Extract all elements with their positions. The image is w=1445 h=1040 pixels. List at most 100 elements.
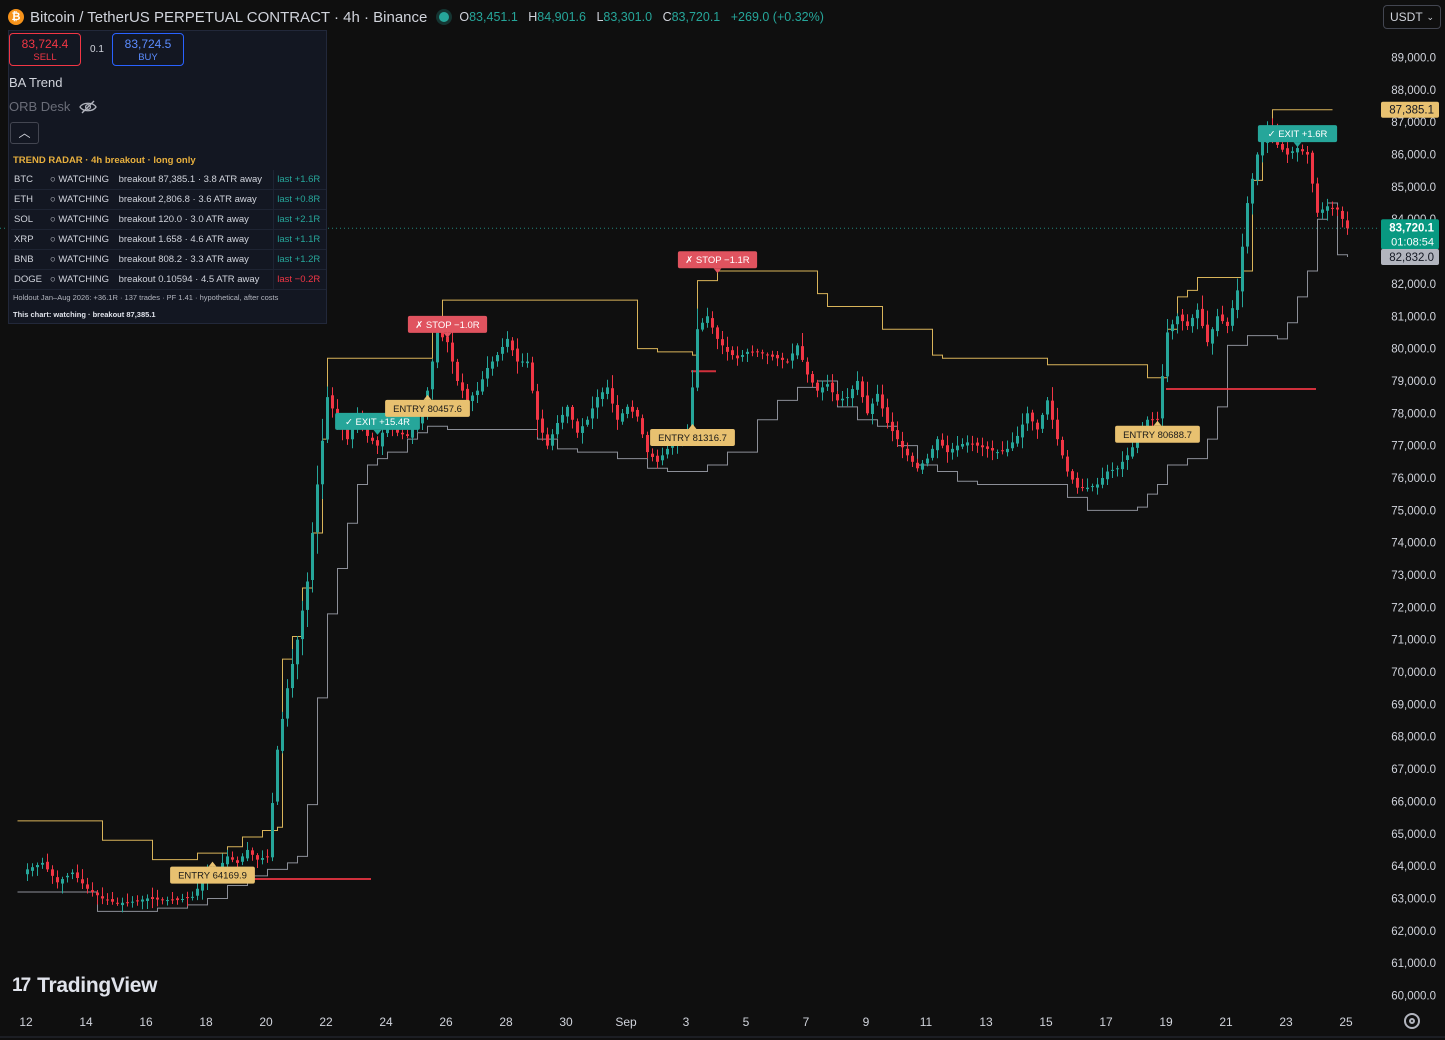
candle-body bbox=[1056, 419, 1059, 440]
this-chart-note: This chart: watching · breakout 87,385.1 bbox=[13, 310, 156, 319]
indicator-orb-desk[interactable]: ORB Desk bbox=[9, 99, 98, 114]
candle-body bbox=[961, 444, 964, 447]
stop-tag-pointer bbox=[443, 332, 452, 338]
candle-body bbox=[491, 361, 494, 369]
radar-last: last +1.6R bbox=[273, 170, 326, 190]
y-tick-label: 82,000.0 bbox=[1391, 279, 1436, 291]
candle-body bbox=[291, 663, 294, 689]
y-tick-label: 70,000.0 bbox=[1391, 667, 1436, 679]
candle-body bbox=[41, 862, 44, 865]
candle-body bbox=[241, 856, 244, 862]
candle-body bbox=[276, 749, 279, 802]
candle-body bbox=[1226, 321, 1229, 326]
radar-info: breakout 0.10594 · 4.5 ATR away bbox=[115, 269, 274, 290]
candle-body bbox=[1341, 210, 1344, 219]
candle-body bbox=[401, 432, 404, 435]
tradingview-logo[interactable]: 17 TradingView bbox=[12, 974, 157, 998]
candle-body bbox=[911, 455, 914, 462]
chevron-up-icon: ︿ bbox=[18, 126, 31, 140]
sell-button[interactable]: 83,724.4 SELL bbox=[9, 33, 81, 66]
currency-select[interactable]: USDT ⌄ bbox=[1383, 5, 1441, 29]
y-tick-label: 80,000.0 bbox=[1391, 344, 1436, 356]
candle-body bbox=[181, 899, 184, 901]
candle-body bbox=[436, 332, 439, 363]
candle-body bbox=[586, 419, 589, 425]
candle-body bbox=[156, 897, 159, 900]
candle-body bbox=[236, 860, 239, 863]
radar-last: last +1.1R bbox=[273, 229, 326, 250]
radar-status: ○ WATCHING bbox=[47, 249, 116, 270]
candle-body bbox=[146, 898, 149, 901]
candle-body bbox=[1086, 487, 1089, 490]
candle-body bbox=[711, 318, 714, 328]
buy-button[interactable]: 83,724.5 BUY bbox=[112, 33, 184, 66]
entry-tag-pointer bbox=[208, 861, 217, 867]
y-tick-label: 65,000.0 bbox=[1391, 829, 1436, 841]
candle-body bbox=[861, 381, 864, 398]
candle-body bbox=[901, 440, 904, 448]
radar-sym: BTC bbox=[11, 170, 47, 190]
radar-row: BTC ○ WATCHING breakout 87,385.1 · 3.8 ATR… bbox=[11, 170, 326, 190]
y-tick-label: 81,000.0 bbox=[1391, 311, 1436, 323]
exit-label: ✓ EXIT +15.4R bbox=[345, 417, 410, 428]
ohlc-readout: O83,451.1 H84,901.6 L83,301.0 C83,720.1 … bbox=[459, 10, 824, 24]
y-tick-label: 73,000.0 bbox=[1391, 570, 1436, 582]
candle-body bbox=[821, 387, 824, 393]
candle-body bbox=[1106, 471, 1109, 480]
candle-body bbox=[1021, 424, 1024, 438]
eye-off-icon[interactable] bbox=[79, 100, 98, 114]
candle-body bbox=[551, 434, 554, 446]
candle-body bbox=[1286, 148, 1289, 155]
order-quantity[interactable]: 0.1 bbox=[90, 44, 104, 55]
candle-body bbox=[161, 899, 164, 901]
y-tick-label: 62,000.0 bbox=[1391, 926, 1436, 938]
radar-sym: SOL bbox=[11, 209, 47, 230]
candle-body bbox=[916, 462, 919, 469]
candle-body bbox=[1241, 246, 1244, 292]
candle-body bbox=[1111, 469, 1114, 471]
y-tick-label: 79,000.0 bbox=[1391, 376, 1436, 388]
candle-body bbox=[281, 718, 284, 751]
candle-body bbox=[46, 861, 49, 870]
x-tick-label: 17 bbox=[1099, 1015, 1113, 1029]
candle-body bbox=[106, 899, 109, 901]
candle-body bbox=[1031, 412, 1034, 422]
radar-last: last +1.2R bbox=[273, 249, 326, 270]
radar-info: breakout 2,806.8 · 3.6 ATR away bbox=[115, 189, 274, 210]
candle-body bbox=[556, 422, 559, 435]
trade-signals: ENTRY 64169.9 ✓ EXIT +15.4R ENTRY 80457.6 ✗… bbox=[170, 125, 1338, 884]
candle-body bbox=[971, 443, 974, 445]
y-tick-label: 66,000.0 bbox=[1391, 796, 1436, 808]
entry-signal: ENTRY 81316.7 bbox=[650, 423, 735, 446]
x-tick-label: 30 bbox=[559, 1015, 573, 1029]
radar-last: last +2.1R bbox=[273, 209, 326, 230]
x-tick-label: 5 bbox=[743, 1015, 750, 1029]
exit-signal: ✓ EXIT +1.6R bbox=[1257, 125, 1338, 148]
candle-body bbox=[1051, 400, 1054, 420]
candle-body bbox=[321, 440, 324, 485]
candle-body bbox=[1121, 461, 1124, 470]
candle-body bbox=[246, 849, 249, 859]
candle-body bbox=[1101, 477, 1104, 485]
candle-body bbox=[956, 445, 959, 451]
candle-body bbox=[1231, 308, 1234, 326]
candle-body bbox=[1186, 321, 1189, 326]
candle-body bbox=[631, 406, 634, 412]
candle-body bbox=[696, 329, 699, 388]
time-axis: 12 14 16 18 20 22 24 26 28 30 Sep 3 5 7 9 11 13 15 17 19 21 2… bbox=[0, 1015, 1445, 1038]
candle-body bbox=[61, 879, 64, 884]
candle-body bbox=[1201, 308, 1204, 326]
price-tag-label: 82,832.0 bbox=[1389, 252, 1434, 264]
indicator-ba-trend[interactable]: BA Trend bbox=[9, 75, 62, 90]
settings-icon[interactable] bbox=[1404, 1013, 1420, 1029]
candle-body bbox=[1076, 477, 1079, 488]
collapse-button[interactable]: ︿ bbox=[10, 122, 39, 144]
candle-body bbox=[171, 899, 174, 901]
symbol-title[interactable]: Bitcoin / TetherUS PERPETUAL CONTRACT · … bbox=[30, 9, 427, 26]
entry-tag-pointer bbox=[688, 423, 697, 429]
y-tick-label: 63,000.0 bbox=[1391, 893, 1436, 905]
candle-body bbox=[66, 875, 69, 878]
exit-label: ✓ EXIT +1.6R bbox=[1268, 129, 1328, 140]
candle-body bbox=[151, 897, 154, 900]
x-tick-label: 9 bbox=[863, 1015, 870, 1029]
